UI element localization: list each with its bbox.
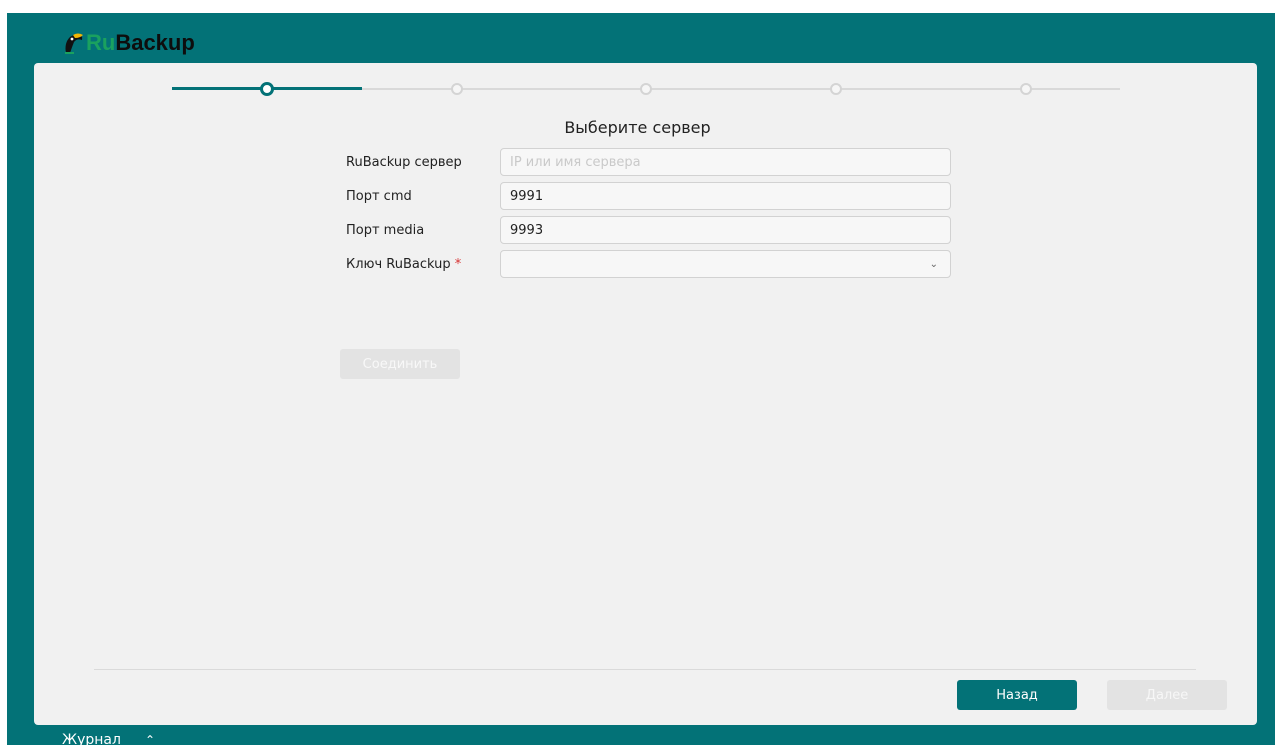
step-5-indicator [1020,83,1032,95]
logo-text-backup: Backup [115,30,195,55]
chevron-up-icon[interactable]: ⌃ [145,730,155,750]
journal-bar[interactable]: Журнал ⌃ [62,730,155,750]
server-label: RuBackup сервер [346,155,462,170]
cmd-port-label: Порт cmd [346,189,412,204]
toucan-logo-icon [65,33,83,54]
journal-label: Журнал [62,732,121,748]
key-select[interactable]: ⌄ [500,250,951,278]
form-title: Выберите сервер [564,118,711,137]
server-input[interactable] [500,148,951,176]
key-label-text: Ключ RuBackup [346,257,451,272]
media-port-input[interactable] [500,216,951,244]
rubackup-logo: Ru Backup [62,26,195,60]
step-4-indicator [830,83,842,95]
step-1-indicator [260,82,274,96]
chevron-down-icon: ⌄ [929,258,938,270]
media-port-label: Порт media [346,223,425,238]
wizard-stepper [172,82,1120,96]
key-label: Ключ RuBackup * [346,257,461,272]
footer-divider [94,669,1196,670]
required-mark: * [454,257,462,272]
step-3-indicator [640,83,652,95]
next-button[interactable]: Далее [1107,680,1227,710]
step-2-indicator [451,83,463,95]
connect-button[interactable]: Соединить [340,349,460,379]
cmd-port-input[interactable] [500,182,951,210]
logo-text-ru: Ru [86,30,116,55]
back-button[interactable]: Назад [957,680,1077,710]
